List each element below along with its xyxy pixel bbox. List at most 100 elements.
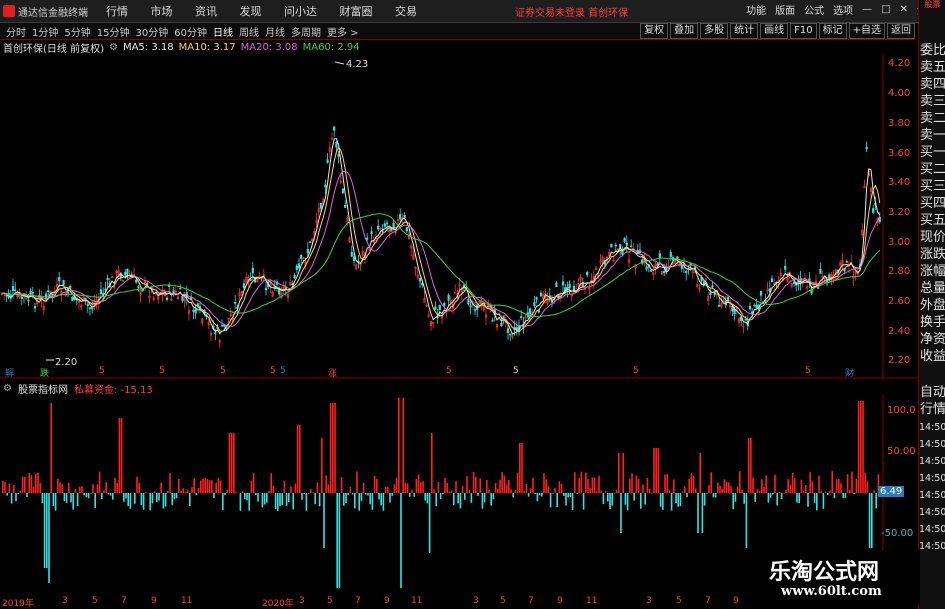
side-item[interactable]: 行情 [920, 401, 945, 418]
side-item[interactable]: 收益 [920, 348, 945, 365]
side-item[interactable]: 卖四 [920, 76, 945, 93]
menu-discover[interactable]: 发现 [240, 5, 262, 18]
indicator-bar [415, 479, 418, 493]
indicator-bar [98, 471, 101, 493]
tool-back-button[interactable]: 返回 [887, 23, 915, 39]
indicator-bar [420, 482, 422, 493]
menu-market[interactable]: 市场 [151, 5, 173, 18]
side-item[interactable]: 涨跌 [920, 246, 945, 263]
period-15min[interactable]: 15分钟 [97, 24, 130, 39]
side-item[interactable]: 买二 [920, 161, 945, 178]
indicator-settings-icon[interactable]: ⚙ [3, 383, 12, 394]
event-marker[interactable]: 5 [159, 366, 165, 376]
candle-body [106, 278, 109, 281]
menu-function[interactable]: 功能 [746, 2, 766, 17]
minimize-button[interactable]: — [862, 4, 872, 15]
period-tick[interactable]: 分时 [6, 24, 26, 39]
indicator-bar [180, 491, 182, 493]
side-item[interactable]: 净资 [920, 331, 945, 348]
tool-multi-button[interactable]: 多股 [700, 23, 729, 39]
side-item[interactable]: 卖一 [920, 127, 945, 144]
candle-body [194, 309, 197, 314]
menu-ask[interactable]: 问小达 [284, 5, 317, 18]
side-item[interactable]: 买三 [920, 178, 945, 195]
side-item[interactable]: 自动 [920, 384, 945, 401]
side-item[interactable]: 卖二 [920, 110, 945, 127]
menu-trade[interactable]: 交易 [395, 5, 417, 18]
event-marker[interactable]: 涨 [328, 366, 337, 379]
period-multi[interactable]: 多周期 [291, 24, 321, 39]
indicator-bar [655, 448, 657, 493]
high-price-label: 4.23 [346, 59, 368, 70]
period-weekly[interactable]: 周线 [239, 24, 259, 39]
indicator-bar [857, 401, 860, 493]
tool-overlay-button[interactable]: 叠加 [670, 23, 699, 39]
menu-layout[interactable]: 版面 [775, 2, 795, 17]
indicator-bar [448, 491, 451, 493]
indicator-bar [347, 493, 349, 495]
candle-body [326, 159, 329, 163]
event-marker[interactable]: 5 [270, 366, 276, 376]
period-30min[interactable]: 30分钟 [135, 24, 168, 39]
event-marker[interactable]: 财 [845, 366, 854, 379]
menu-wealth[interactable]: 财富圈 [340, 5, 373, 18]
menu-news[interactable]: 资讯 [195, 5, 217, 18]
indicator-bar [349, 486, 352, 493]
event-marker[interactable]: 5 [446, 366, 452, 376]
side-item[interactable]: 买一 [920, 144, 945, 161]
indicator-bar [602, 493, 605, 505]
event-marker[interactable]: 5 [220, 366, 226, 376]
period-more[interactable]: 更多 > [327, 24, 359, 39]
side-item[interactable]: 外盘 [920, 297, 945, 314]
event-marker[interactable]: 5 [805, 366, 811, 376]
side-item[interactable]: 买四 [920, 195, 945, 212]
side-item[interactable]: 总量 [920, 280, 945, 297]
side-item[interactable]: 卖三 [920, 93, 945, 110]
event-marker[interactable]: 5 [633, 366, 639, 376]
event-marker[interactable]: 跌 [40, 366, 49, 379]
tool-watchlist-button[interactable]: +自选 [848, 23, 885, 39]
period-60min[interactable]: 60分钟 [174, 24, 207, 39]
indicator-name[interactable]: 股票指标网 [18, 381, 68, 396]
price-tick: 2.20 [888, 355, 911, 366]
menu-quotes[interactable]: 行情 [106, 5, 128, 18]
login-notice[interactable]: 证券交易未登录 首创环保 [515, 4, 628, 19]
event-marker[interactable]: 5 [280, 366, 286, 376]
indicator-bar [250, 480, 253, 493]
indicator-bar [743, 493, 745, 504]
indicator-bar [301, 493, 303, 500]
indicator-bar [433, 489, 435, 493]
menu-formula[interactable]: 公式 [804, 2, 824, 17]
period-daily[interactable]: 日线 [213, 24, 233, 39]
period-1min[interactable]: 1分钟 [32, 24, 58, 39]
indicator-bar [96, 484, 99, 493]
period-5min[interactable]: 5分钟 [64, 24, 90, 39]
indicator-bar [94, 493, 96, 508]
side-item[interactable]: 现价 [920, 229, 945, 246]
side-item[interactable]: 换手 [920, 314, 945, 331]
tool-f10-button[interactable]: F10 [790, 23, 817, 39]
indicator-bar [160, 482, 162, 493]
side-item[interactable]: 涨幅 [920, 263, 945, 280]
menu-options[interactable]: 选项 [833, 2, 853, 17]
event-marker[interactable]: 解 [5, 366, 14, 379]
indicator-bar [279, 493, 281, 506]
tool-draw-button[interactable]: 画线 [760, 23, 789, 39]
close-button[interactable]: ✕ [900, 4, 908, 15]
tool-stats-button[interactable]: 统计 [730, 23, 759, 39]
indicator-bar [261, 493, 264, 508]
maximize-button[interactable]: □ [881, 4, 890, 15]
tool-adjust-button[interactable]: 复权 [640, 23, 669, 39]
indicator-bar [129, 493, 132, 509]
period-monthly[interactable]: 月线 [265, 24, 285, 39]
side-item[interactable]: 委比 [920, 42, 945, 59]
ma20-line [1, 170, 881, 328]
event-marker[interactable]: 5 [99, 366, 105, 376]
tool-mark-button[interactable]: 标记 [818, 23, 847, 39]
time-tick: 5 [500, 596, 506, 606]
price-chart[interactable]: 4.23 2.20 [0, 40, 918, 380]
side-item[interactable]: 买五 [920, 212, 945, 229]
event-marker[interactable]: 5 [513, 366, 519, 376]
indicator-bar [235, 492, 237, 493]
side-item[interactable]: 卖五 [920, 59, 945, 76]
